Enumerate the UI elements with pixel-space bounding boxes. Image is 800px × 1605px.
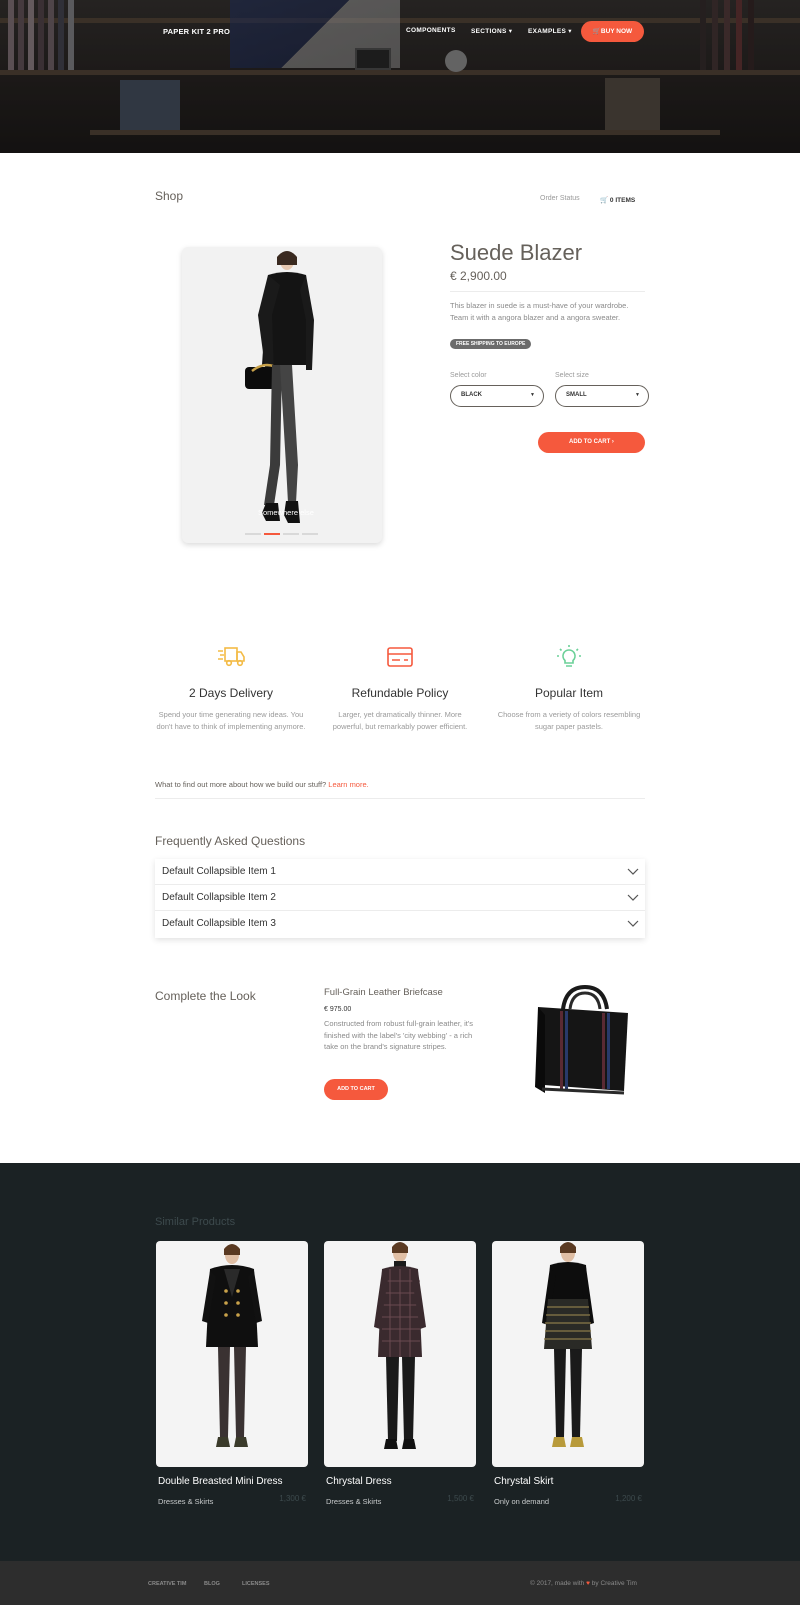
carousel-indicator[interactable] <box>245 533 261 535</box>
similar-products-title: Similar Products <box>155 1216 236 1228</box>
product-image <box>245 251 314 523</box>
similar-product-category: Dresses & Skirts <box>158 1497 214 1506</box>
feature-title: Popular Item <box>534 686 604 700</box>
divider <box>450 291 645 292</box>
faq-accordion: Default Collapsible Item 1 Default Colla… <box>155 859 645 938</box>
add-to-cart-button[interactable]: ADD TO CART › <box>538 432 645 453</box>
color-select-value: BLACK <box>461 392 482 398</box>
footer <box>0 1561 800 1605</box>
product-image <box>542 1242 594 1447</box>
nav-sections[interactable]: SECTIONS ▾ <box>471 27 512 35</box>
product-description: This blazer in suede is a must-have of y… <box>450 301 629 322</box>
faq-title: Frequently Asked Questions <box>155 834 306 848</box>
copyright-suffix: by Creative Tim <box>589 1580 637 1587</box>
cart-link[interactable]: 🛒 0 ITEMS <box>600 196 635 204</box>
briefcase-image <box>535 984 628 1095</box>
learn-more-line: What to find out more about how we build… <box>155 780 369 789</box>
product-name: Suede Blazer <box>450 240 583 265</box>
complete-look-title: Complete the Look <box>155 989 256 1003</box>
credit-card-icon <box>387 647 413 667</box>
divider <box>155 798 645 799</box>
faq-item[interactable]: Default Collapsible Item 2 <box>155 885 645 911</box>
similar-product-name[interactable]: Chrystal Dress <box>326 1476 392 1487</box>
look-product-name: Full-Grain Leather Briefcase <box>324 987 443 998</box>
product-price: € 2,900.00 <box>450 269 507 283</box>
faq-item[interactable]: Default Collapsible Item 3 <box>155 911 645 937</box>
similar-product-price: 1,200 € <box>615 1494 642 1503</box>
size-select[interactable]: SMALL ▼ <box>555 385 649 407</box>
chevron-down-icon <box>627 868 639 875</box>
footer-link-creative-tim[interactable]: CREATIVE TIM <box>148 1581 186 1587</box>
hero-overlay <box>0 0 800 153</box>
cart-count: 0 ITEMS <box>609 197 636 204</box>
similar-product-name[interactable]: Double Breasted Mini Dress <box>158 1476 283 1487</box>
faq-item[interactable]: Default Collapsible Item 1 <box>155 859 645 885</box>
size-select-value: SMALL <box>566 392 587 398</box>
similar-product-category: Dresses & Skirts <box>326 1497 382 1506</box>
footer-link-licenses[interactable]: LICENSES <box>242 1581 270 1587</box>
size-label: Select size <box>555 372 589 379</box>
carousel-caption: Somewhere else <box>258 508 314 517</box>
chevron-down-icon <box>627 920 639 927</box>
feature-text: Choose from a veriety of colors resembli… <box>497 710 641 731</box>
look-product-description: Constructed from robust full-grain leath… <box>324 1019 473 1051</box>
product-image <box>202 1244 262 1447</box>
faq-item-label: Default Collapsible Item 1 <box>162 866 276 877</box>
hero-header: PAPER KIT 2 PRO COMPONENTS SECTIONS ▾ EX… <box>0 0 800 153</box>
look-add-to-cart-button[interactable]: ADD TO CART <box>324 1079 388 1100</box>
similar-product-card[interactable] <box>324 1241 476 1467</box>
learn-more-text: What to find out more about how we build… <box>155 780 329 789</box>
faq-item-label: Default Collapsible Item 2 <box>162 892 276 903</box>
look-product-price: € 975.00 <box>324 1006 352 1013</box>
delivery-truck-icon <box>218 647 245 667</box>
similar-product-card[interactable] <box>156 1241 308 1467</box>
caret-down-icon: ▼ <box>530 392 535 398</box>
cart-icon: 🛒 <box>600 197 609 204</box>
copyright: © 2017, made with ♥ by Creative Tim <box>530 1580 637 1587</box>
color-label: Select color <box>450 372 487 379</box>
similar-product-card[interactable] <box>492 1241 644 1467</box>
lightbulb-icon <box>557 645 581 667</box>
feature-title: 2 Days Delivery <box>188 686 274 700</box>
product-image <box>374 1242 426 1449</box>
chevron-down-icon <box>627 894 639 901</box>
feature-title: Refundable Policy <box>351 686 449 700</box>
product-carousel[interactable] <box>182 247 382 543</box>
buy-now-button[interactable]: 🛒BUY NOW <box>581 21 644 42</box>
shipping-badge: FREE SHIPPING TO EUROPE <box>450 339 532 349</box>
faq-item-label: Default Collapsible Item 3 <box>162 918 276 929</box>
color-select[interactable]: BLACK ▼ <box>450 385 544 407</box>
footer-link-blog[interactable]: BLOG <box>204 1581 220 1587</box>
order-status-link[interactable]: Order Status <box>540 195 580 202</box>
carousel-indicator[interactable] <box>302 533 318 535</box>
learn-more-link[interactable]: Learn more. <box>328 780 368 789</box>
buy-now-label: BUY NOW <box>600 28 633 35</box>
feature-text: Larger, yet dramatically thinner. More p… <box>332 710 468 731</box>
similar-product-name[interactable]: Chrystal Skirt <box>494 1476 553 1487</box>
carousel-indicator[interactable] <box>283 533 299 535</box>
similar-product-category: Only on demand <box>494 1497 550 1506</box>
similar-product-price: 1,500 € <box>447 1494 474 1503</box>
carousel-indicator-active[interactable] <box>264 533 280 535</box>
caret-down-icon: ▼ <box>635 392 640 398</box>
copyright-prefix: © 2017, made with <box>530 1580 587 1587</box>
feature-text: Spend your time generating new ideas. Yo… <box>156 710 306 731</box>
nav-examples[interactable]: EXAMPLES ▾ <box>528 27 572 35</box>
similar-product-price: 1,300 € <box>279 1494 306 1503</box>
brand-logo[interactable]: PAPER KIT 2 PRO <box>163 27 230 36</box>
cart-icon: 🛒 <box>592 28 601 35</box>
page-title: Shop <box>155 189 184 203</box>
nav-components[interactable]: COMPONENTS <box>406 27 456 34</box>
